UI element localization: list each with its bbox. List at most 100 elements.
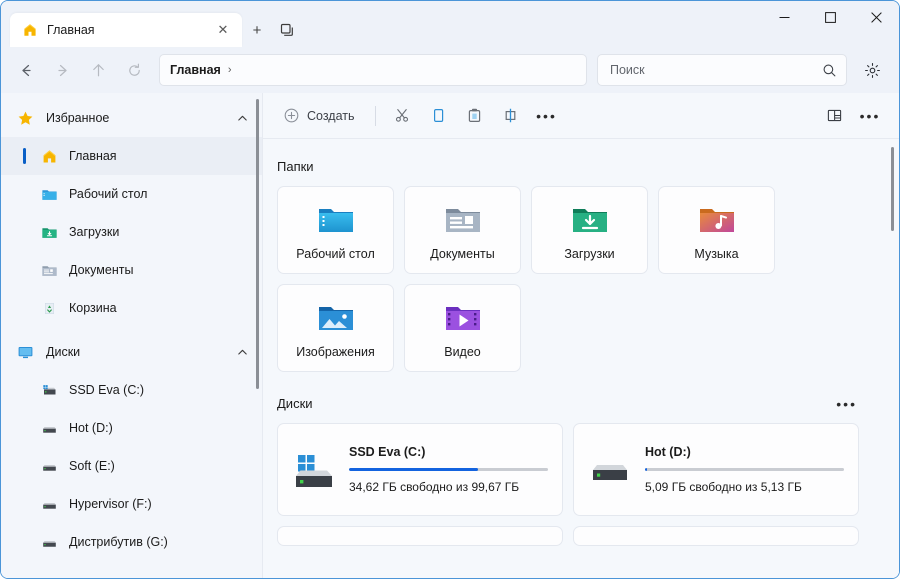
folder-card-desktop[interactable]: Рабочий стол bbox=[277, 186, 394, 274]
capacity-bar-fill bbox=[645, 468, 647, 471]
minimize-button[interactable] bbox=[761, 1, 807, 33]
new-tab-button[interactable]: + bbox=[242, 13, 272, 47]
folder-card-video[interactable]: Видео bbox=[404, 284, 521, 372]
sidebar-item-drive-d[interactable]: Hot (D:) bbox=[1, 409, 262, 447]
desktop-folder-icon bbox=[316, 200, 356, 240]
cut-button[interactable] bbox=[386, 101, 420, 131]
folder-card-label: Изображения bbox=[296, 344, 375, 359]
rename-icon bbox=[502, 107, 519, 124]
downloads-folder-icon bbox=[41, 224, 58, 241]
breadcrumb[interactable]: Главная bbox=[170, 63, 221, 77]
search-box[interactable] bbox=[597, 54, 847, 86]
rename-button[interactable] bbox=[494, 101, 528, 131]
back-button[interactable] bbox=[9, 54, 43, 86]
drives-more-button[interactable]: ••• bbox=[836, 397, 857, 411]
paste-icon bbox=[466, 107, 483, 124]
monitor-icon bbox=[17, 344, 34, 361]
sidebar-group-favorites[interactable]: Избранное bbox=[1, 99, 262, 137]
star-icon bbox=[17, 110, 34, 127]
close-icon[interactable]: ✕ bbox=[212, 19, 234, 41]
sidebar-item-drive-e[interactable]: Soft (E:) bbox=[1, 447, 262, 485]
documents-folder-icon bbox=[41, 262, 58, 279]
copy-button[interactable] bbox=[422, 101, 456, 131]
window-body: Избранное Главная Рабочий стол Загрузки … bbox=[1, 93, 899, 578]
layout-view-icon bbox=[826, 107, 843, 124]
drive-card-partial-2[interactable] bbox=[573, 526, 859, 546]
chevron-right-icon[interactable]: › bbox=[228, 64, 232, 76]
sidebar-item-home[interactable]: Главная bbox=[1, 137, 262, 175]
view-options-label: ••• bbox=[859, 107, 881, 124]
drives-section-title: Диски bbox=[277, 396, 313, 411]
sidebar-item-drive-g[interactable]: Дистрибутив (G:) bbox=[1, 523, 262, 561]
sidebar-item-drive-f[interactable]: Hypervisor (F:) bbox=[1, 485, 262, 523]
drive-card-d[interactable]: Hot (D:) 5,09 ГБ свободно из 5,13 ГБ bbox=[573, 423, 859, 516]
sidebar-group-label: Диски bbox=[46, 345, 81, 359]
copy-icon bbox=[430, 107, 447, 124]
video-folder-icon bbox=[443, 298, 483, 338]
sidebar-item-label: Рабочий стол bbox=[69, 187, 148, 201]
sidebar-item-label: Главная bbox=[69, 149, 117, 163]
close-button[interactable] bbox=[853, 1, 899, 33]
documents-folder-icon bbox=[443, 200, 483, 240]
new-button-label: Создать bbox=[307, 108, 355, 123]
drive-icon bbox=[41, 534, 58, 551]
drives-section-header: Диски ••• bbox=[277, 396, 899, 411]
sidebar-item-label: SSD Eva (C:) bbox=[69, 383, 145, 397]
gear-icon[interactable] bbox=[855, 54, 889, 86]
drive-card-c[interactable]: SSD Eva (C:) 34,62 ГБ свободно из 99,67 … bbox=[277, 423, 563, 516]
folder-card-documents[interactable]: Документы bbox=[404, 186, 521, 274]
plus-circle-icon bbox=[283, 107, 300, 124]
chevron-up-icon[interactable] bbox=[237, 113, 248, 124]
sidebar-group-drives[interactable]: Диски bbox=[1, 333, 262, 371]
paste-button[interactable] bbox=[458, 101, 492, 131]
capacity-bar bbox=[645, 468, 844, 471]
sidebar-item-label: Корзина bbox=[69, 301, 117, 315]
command-toolbar: Создать ••• ••• bbox=[263, 93, 899, 139]
sidebar-item-drive-c[interactable]: SSD Eva (C:) bbox=[1, 371, 262, 409]
sidebar-item-label: Загрузки bbox=[69, 225, 120, 239]
view-options-button[interactable]: ••• bbox=[853, 101, 887, 131]
up-button[interactable] bbox=[81, 54, 115, 86]
sidebar-item-label: Soft (E:) bbox=[69, 459, 115, 473]
new-button[interactable]: Создать bbox=[277, 101, 365, 131]
window-controls bbox=[761, 1, 899, 33]
drives-grid: SSD Eva (C:) 34,62 ГБ свободно из 99,67 … bbox=[277, 423, 889, 546]
folder-card-downloads[interactable]: Загрузки bbox=[531, 186, 648, 274]
folder-card-label: Загрузки bbox=[564, 246, 615, 261]
address-bar[interactable]: Главная › bbox=[159, 54, 587, 86]
search-icon[interactable] bbox=[822, 63, 837, 78]
folder-card-pictures[interactable]: Изображения bbox=[277, 284, 394, 372]
drive-icon bbox=[41, 420, 58, 437]
content-scrollbar[interactable] bbox=[891, 147, 894, 231]
content-scroll-area: Папки Рабочий стол Документы Загрузки Му… bbox=[263, 139, 899, 578]
music-folder-icon bbox=[697, 200, 737, 240]
navigation-bar: Главная › bbox=[1, 47, 899, 93]
sidebar-item-recycle-bin[interactable]: Корзина bbox=[1, 289, 262, 327]
tab-home[interactable]: Главная ✕ bbox=[10, 13, 242, 47]
drive-capacity-text: 34,62 ГБ свободно из 99,67 ГБ bbox=[349, 480, 520, 494]
tab-strip: Главная ✕ + bbox=[1, 13, 302, 47]
sidebar-item-desktop[interactable]: Рабочий стол bbox=[1, 175, 262, 213]
recycle-bin-icon bbox=[41, 300, 58, 317]
drive-card-partial-1[interactable] bbox=[277, 526, 563, 546]
search-input[interactable] bbox=[610, 63, 822, 77]
sidebar-scrollbar[interactable] bbox=[256, 99, 259, 389]
sidebar-group-label: Избранное bbox=[46, 111, 110, 125]
capacity-bar-fill bbox=[349, 468, 479, 471]
folder-card-music[interactable]: Музыка bbox=[658, 186, 775, 274]
more-commands-label: ••• bbox=[536, 107, 557, 124]
maximize-button[interactable] bbox=[807, 1, 853, 33]
drive-icon bbox=[588, 448, 632, 492]
chevron-up-icon[interactable] bbox=[237, 347, 248, 358]
sidebar-item-label: Документы bbox=[69, 263, 134, 277]
folders-section-title: Папки bbox=[277, 159, 314, 174]
tab-list-icon[interactable] bbox=[272, 13, 302, 47]
view-button[interactable] bbox=[817, 101, 851, 131]
sidebar-item-downloads[interactable]: Загрузки bbox=[1, 213, 262, 251]
more-commands-button[interactable]: ••• bbox=[530, 101, 564, 131]
pictures-folder-icon bbox=[316, 298, 356, 338]
sidebar-item-documents[interactable]: Документы bbox=[1, 251, 262, 289]
refresh-button[interactable] bbox=[117, 54, 151, 86]
title-bar: Главная ✕ + bbox=[1, 1, 899, 47]
forward-button[interactable] bbox=[45, 54, 79, 86]
